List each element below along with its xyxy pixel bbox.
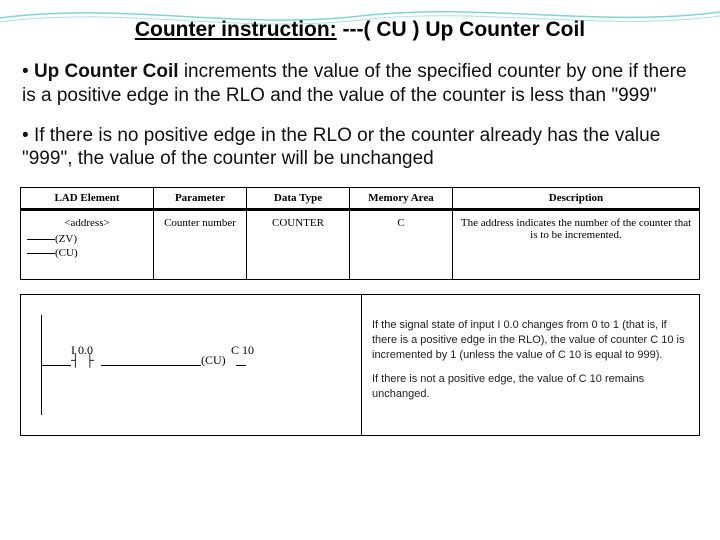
lad-element-cell: <address> (ZV) (CU) <box>21 210 154 280</box>
example-description-cell: If the signal state of input I 0.0 chang… <box>362 295 700 436</box>
table-row: <address> (ZV) (CU) Counter number COUNT… <box>21 210 700 280</box>
th-parameter: Parameter <box>154 188 247 210</box>
lad-address: <address> <box>27 217 147 229</box>
bullet-1: • Up Counter Coil increments the value o… <box>22 60 698 108</box>
slide-title: Counter instruction: ---( CU ) Up Counte… <box>20 18 700 42</box>
example-desc-p2: If there is not a positive edge, the val… <box>372 372 689 402</box>
parameter-cell: Counter number <box>154 210 247 280</box>
coil-zv: (ZV) <box>27 233 147 245</box>
parameter-table: LAD Element Parameter Data Type Memory A… <box>20 187 700 280</box>
th-memarea: Memory Area <box>350 188 453 210</box>
ladder-diagram-cell: I 0.0 ┤ ├ C 10 (CU) <box>21 295 362 436</box>
example-table: I 0.0 ┤ ├ C 10 (CU) If the signal state … <box>20 294 700 436</box>
table-header-row: LAD Element Parameter Data Type Memory A… <box>21 188 700 210</box>
th-datatype: Data Type <box>247 188 350 210</box>
coil-cu: (CU) <box>27 247 147 259</box>
example-desc-p1: If the signal state of input I 0.0 chang… <box>372 318 689 363</box>
slide-content: Counter instruction: ---( CU ) Up Counte… <box>0 0 720 436</box>
bullet-2-text: If there is no positive edge in the RLO … <box>22 125 660 170</box>
memarea-cell: C <box>350 210 453 280</box>
ladder-diagram: I 0.0 ┤ ├ C 10 (CU) <box>31 305 331 425</box>
datatype-cell: COUNTER <box>247 210 350 280</box>
counter-label: C 10 <box>231 343 254 358</box>
th-lad: LAD Element <box>21 188 154 210</box>
bullet-1-lead: Up Counter Coil <box>34 61 179 82</box>
bullet-2: • If there is no positive edge in the RL… <box>22 124 698 172</box>
title-underline-part: Counter instruction: <box>135 18 337 41</box>
th-description: Description <box>453 188 700 210</box>
title-rest-part: ---( CU ) Up Counter Coil <box>337 18 585 41</box>
coil-symbol: (CU) <box>201 353 226 368</box>
description-cell: The address indicates the number of the … <box>453 210 700 280</box>
example-row: I 0.0 ┤ ├ C 10 (CU) If the signal state … <box>21 295 700 436</box>
